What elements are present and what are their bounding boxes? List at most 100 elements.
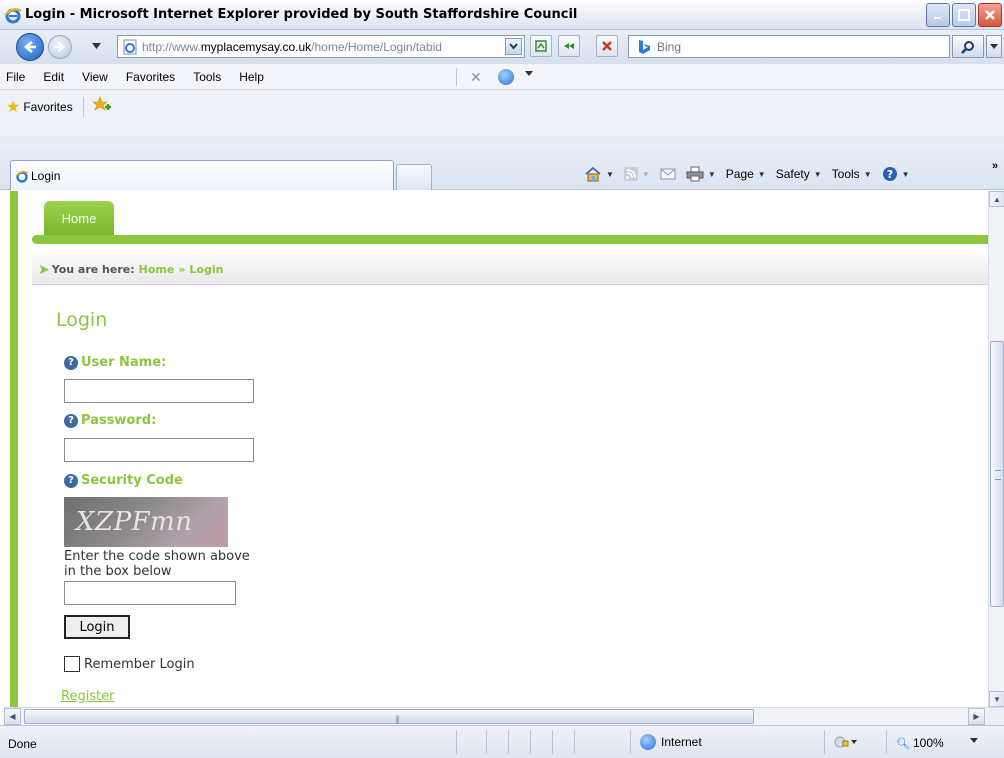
- scroll-grip-icon: |||: [395, 714, 400, 724]
- help-icon[interactable]: ?: [64, 355, 78, 370]
- rss-feed-icon: [623, 167, 638, 181]
- favorites-label: Favorites: [23, 100, 73, 114]
- help-icon: ?: [882, 167, 897, 181]
- breadcrumb: ➤ You are here: Home » Login: [32, 255, 988, 285]
- internet-globe-icon: [640, 734, 656, 750]
- add-to-favorites-bar-icon[interactable]: [91, 95, 112, 119]
- password-input[interactable]: [64, 438, 254, 462]
- read-mail-button[interactable]: [660, 168, 676, 180]
- toolbar-close-icon[interactable]: ✕: [470, 69, 482, 86]
- security-zone[interactable]: Internet: [640, 734, 702, 750]
- help-icon[interactable]: ?: [64, 413, 78, 428]
- printer-icon: [686, 166, 704, 182]
- chevron-down-icon[interactable]: ▼: [708, 170, 716, 179]
- chevron-down-icon[interactable]: [970, 738, 978, 744]
- left-green-stripe: [10, 191, 18, 707]
- menu-view[interactable]: View: [73, 70, 117, 84]
- back-button[interactable]: [16, 33, 44, 61]
- password-label-row: ? Password:: [64, 413, 156, 428]
- security-code-label-row: ? Security Code: [64, 473, 183, 488]
- tab-login[interactable]: Login: [10, 160, 394, 190]
- refresh-icon: [564, 43, 574, 49]
- chevron-right-double-icon[interactable]: »: [992, 160, 998, 172]
- home-icon: [585, 167, 601, 182]
- username-label-row: ? User Name:: [64, 355, 166, 370]
- minimize-button[interactable]: [926, 3, 950, 27]
- zoom-control[interactable]: 🔍︎ 100%: [896, 736, 944, 750]
- address-dropdown-button[interactable]: [505, 38, 522, 55]
- chevron-down-icon[interactable]: [525, 71, 533, 77]
- security-code-label: Security Code: [81, 473, 183, 488]
- zoom-level: 100%: [912, 736, 944, 750]
- chevron-down-icon[interactable]: ▼: [606, 170, 614, 179]
- tools-menu-label: Tools: [831, 167, 860, 181]
- scroll-left-button[interactable]: ◀: [4, 708, 21, 725]
- horizontal-scroll-thumb[interactable]: |||: [24, 709, 754, 724]
- menu-help[interactable]: Help: [230, 70, 273, 84]
- status-divider: [886, 730, 887, 754]
- maximize-button[interactable]: [952, 3, 976, 27]
- favorites-button[interactable]: ★ Favorites: [6, 97, 73, 117]
- help-menu-button[interactable]: ? ▼: [882, 166, 910, 182]
- close-button[interactable]: [978, 3, 1002, 27]
- vertical-scroll-thumb[interactable]: [990, 341, 1004, 607]
- recent-pages-dropdown-icon[interactable]: [92, 42, 101, 50]
- help-icon[interactable]: ?: [64, 473, 78, 488]
- vertical-scrollbar[interactable]: ▲ ▼: [988, 191, 1004, 707]
- scroll-right-button[interactable]: ▶: [968, 708, 985, 725]
- scroll-up-button[interactable]: ▲: [989, 191, 1004, 207]
- scroll-down-button[interactable]: ▼: [989, 691, 1004, 707]
- safety-menu-button[interactable]: Safety ▼: [776, 167, 822, 181]
- tab-label: Login: [31, 168, 61, 183]
- horizontal-scrollbar[interactable]: ◀ ||| ▶: [4, 707, 1004, 725]
- security-zone-label: Internet: [661, 735, 702, 749]
- search-go-button[interactable]: [952, 35, 984, 58]
- ie-logo-icon: [4, 7, 22, 23]
- menu-separator: [456, 68, 457, 86]
- security-code-input[interactable]: [64, 581, 236, 605]
- stop-icon: [602, 41, 612, 51]
- new-tab-button[interactable]: [396, 164, 432, 190]
- globe-icon[interactable]: [498, 69, 514, 85]
- page-menu-button[interactable]: Page ▼: [726, 167, 766, 181]
- status-divider: [486, 730, 487, 754]
- url-prefix: http://www.: [142, 39, 201, 54]
- tools-menu-button[interactable]: Tools ▼: [832, 167, 872, 181]
- print-button[interactable]: ▼: [686, 166, 716, 182]
- address-toolbar: http://www.myplacemysay.co.uk/home/Home/…: [0, 30, 1004, 64]
- menu-file[interactable]: File: [0, 70, 34, 84]
- breadcrumb-home-link[interactable]: Home: [139, 263, 175, 276]
- search-options-button[interactable]: [986, 35, 1002, 58]
- minimize-icon: [934, 17, 941, 19]
- protected-mode-icon[interactable]: [834, 736, 858, 751]
- status-divider: [456, 730, 457, 754]
- chevron-down-icon: ▼: [901, 169, 910, 179]
- home-button[interactable]: ▼: [584, 166, 614, 182]
- search-box[interactable]: [628, 35, 950, 58]
- register-link[interactable]: Register: [61, 689, 115, 704]
- breadcrumb-separator: »: [178, 263, 186, 276]
- username-input[interactable]: [64, 379, 254, 403]
- stop-button[interactable]: [596, 35, 618, 57]
- password-label: Password:: [81, 413, 157, 428]
- breadcrumb-prefix: You are here:: [51, 263, 135, 276]
- compatibility-view-button[interactable]: [530, 35, 552, 57]
- status-divider: [574, 730, 575, 754]
- refresh-button[interactable]: [558, 35, 580, 57]
- address-url[interactable]: http://www.myplacemysay.co.uk/home/Home/…: [142, 40, 504, 54]
- nav-home-tab[interactable]: Home: [44, 201, 114, 235]
- remember-login-checkbox[interactable]: [64, 656, 80, 672]
- menu-edit[interactable]: Edit: [34, 70, 73, 84]
- remember-login[interactable]: Remember Login: [64, 656, 195, 672]
- favorites-bar: ★ Favorites: [0, 90, 1004, 124]
- window-controls: [926, 3, 1002, 27]
- captcha-hint: Enter the code shown above in the box be…: [64, 549, 250, 579]
- menu-tools[interactable]: Tools: [184, 70, 230, 84]
- login-button[interactable]: Login: [64, 615, 130, 639]
- search-input[interactable]: [657, 39, 937, 54]
- address-bar[interactable]: http://www.myplacemysay.co.uk/home/Home/…: [117, 35, 525, 58]
- breadcrumb-current[interactable]: Login: [189, 263, 223, 276]
- feeds-button[interactable]: ▼: [623, 167, 650, 181]
- menu-favorites[interactable]: Favorites: [117, 70, 184, 84]
- forward-button[interactable]: [48, 35, 72, 59]
